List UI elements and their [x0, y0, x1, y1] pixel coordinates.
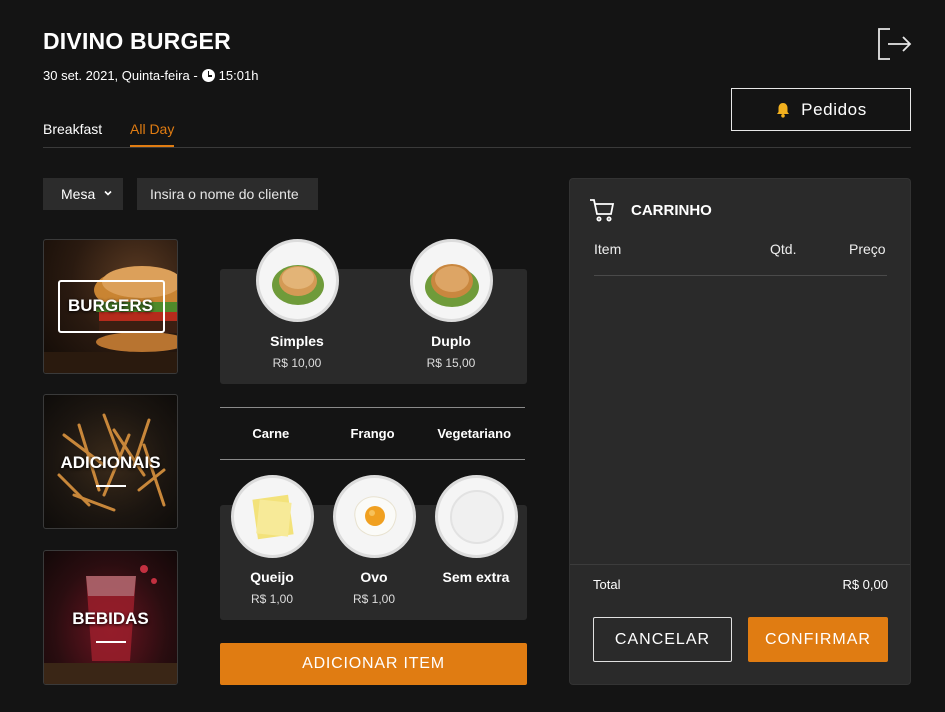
category-underline — [96, 641, 126, 643]
pedidos-label: Pedidos — [801, 99, 867, 119]
app-title: DIVINO BURGER — [43, 28, 231, 54]
cart-col-item: Item — [594, 241, 622, 257]
tab-breakfast[interactable]: Breakfast — [43, 121, 102, 145]
simples-plate-image — [256, 239, 339, 322]
item-price-simples: R$ 10,00 — [272, 356, 322, 370]
bell-icon — [777, 102, 790, 118]
extra-option-ovo[interactable] — [333, 475, 416, 558]
cart-col-qty: Qtd. — [770, 241, 797, 257]
category-bebidas[interactable]: BEBIDAS — [43, 550, 178, 685]
item-price-ovo: R$ 1,00 — [352, 592, 396, 606]
confirm-button[interactable]: CONFIRMAR — [748, 617, 888, 662]
item-name-duplo: Duplo — [431, 333, 471, 349]
tabs-divider — [43, 147, 911, 148]
add-item-button[interactable]: ADICIONAR ITEM — [220, 643, 527, 685]
time-text: 15:01h — [218, 68, 259, 83]
item-name-simples: Simples — [270, 333, 324, 349]
clock-icon — [201, 69, 215, 82]
category-label-adicionais: ADICIONAIS — [60, 453, 161, 472]
category-label-burgers: BURGERS — [67, 296, 153, 315]
mesa-label: Mesa — [61, 186, 96, 202]
protein-tabs: Carne Frango Vegetariano — [220, 407, 525, 460]
mesa-select[interactable]: Mesa — [43, 178, 123, 210]
cart-total-label: Total — [593, 577, 621, 592]
cart-footer-divider — [570, 564, 910, 565]
cart-header-divider — [594, 275, 887, 276]
category-burgers[interactable]: BURGERS — [43, 239, 178, 374]
pedidos-button[interactable]: Pedidos — [731, 88, 911, 131]
item-price-duplo: R$ 15,00 — [426, 356, 476, 370]
cart-icon — [590, 199, 615, 222]
tab-carne[interactable]: Carne — [220, 408, 322, 459]
duplo-plate-image — [410, 239, 493, 322]
burger-option-duplo[interactable] — [410, 239, 493, 322]
extra-option-sem-extra[interactable] — [435, 475, 518, 558]
burger-option-simples[interactable] — [256, 239, 339, 322]
tab-vegetariano[interactable]: Vegetariano — [423, 408, 525, 459]
tab-all-day[interactable]: All Day — [130, 121, 175, 147]
empty-plate-image — [435, 475, 518, 558]
cart-total-value: R$ 0,00 — [842, 577, 888, 592]
date-text: 30 set. 2021, Quinta-feira - — [43, 68, 198, 83]
tab-frango[interactable]: Frango — [322, 408, 424, 459]
queijo-plate-image — [231, 475, 314, 558]
category-label-bebidas: BEBIDAS — [72, 609, 149, 628]
cancel-button[interactable]: CANCELAR — [593, 617, 732, 662]
ovo-plate-image — [333, 475, 416, 558]
category-underline — [96, 485, 126, 487]
logout-icon[interactable] — [876, 26, 912, 62]
cart-col-price: Preço — [849, 241, 886, 257]
category-adicionais[interactable]: ADICIONAIS — [43, 394, 178, 529]
item-name-sem-extra: Sem extra — [442, 569, 510, 585]
client-name-input[interactable] — [137, 178, 318, 210]
extra-option-queijo[interactable] — [231, 475, 314, 558]
cart-title: CARRINHO — [631, 202, 712, 219]
chevron-down-icon — [104, 190, 112, 196]
date-time: 30 set. 2021, Quinta-feira - 15:01h — [43, 68, 258, 83]
